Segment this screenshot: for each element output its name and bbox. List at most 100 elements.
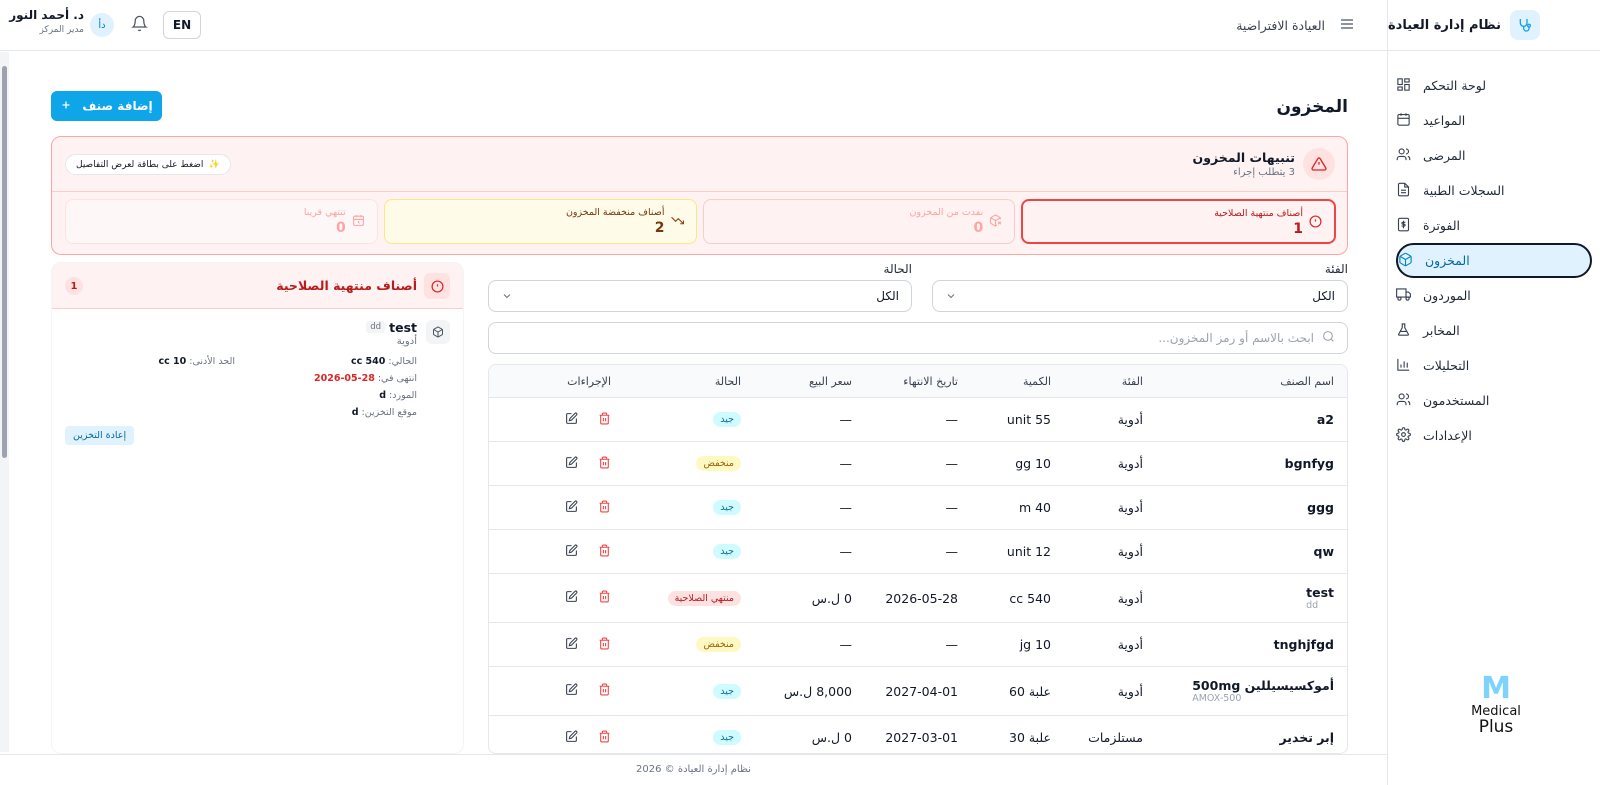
sidebar-item-label: الموردون [1423,288,1471,303]
table-header: اسم الصنف الفئة الكمية تاريخ الانتهاء سع… [489,365,1347,398]
sidebar-item-billing[interactable]: الفوترة [1396,208,1592,243]
status-filter-label: الحالة [883,262,912,276]
expired-items-panel: أصناف منتهية الصلاحية 1 test dd أدوية ال… [51,262,464,754]
page-title: المخزون [1276,97,1348,117]
table-row[interactable]: أموكسيسيللين 500mg AMOX-500 أدوية 60 علبة 20… [489,667,1347,716]
trash-icon[interactable] [598,683,611,699]
edit-icon[interactable] [565,683,578,699]
restock-button[interactable]: إعادة التخزين [65,426,135,445]
cell-category: أدوية [1117,412,1143,427]
users-icon [1396,147,1411,165]
trash-icon[interactable] [598,637,611,653]
table-row[interactable]: test dd أدوية cc 540 2026-05-28 0 ل.س منتهي ال… [489,574,1347,623]
scrollbar-thumb[interactable] [2,66,7,458]
category-filter-select[interactable]: الكل [932,280,1348,312]
cell-category: أدوية [1117,637,1143,652]
trash-icon[interactable] [598,500,611,516]
panel-item-code: dd [366,321,385,333]
alert-card-label: أصناف منخفضة المخزون [565,207,665,218]
cell-quantity: gg 10 [1015,456,1051,471]
cell-price: 0 ل.س [811,730,852,745]
edit-icon[interactable] [565,456,578,472]
sparkle-icon: ✨ [208,159,220,170]
sidebar-item-labs[interactable]: المخابر [1396,313,1592,348]
edit-icon[interactable] [565,637,578,653]
edit-icon[interactable] [565,544,578,560]
status-filter-select[interactable]: الكل [488,280,912,312]
cell-expiry: — [945,544,959,559]
alert-circle-icon [1309,215,1322,231]
alert-card-expiring-soon[interactable]: تنتهي قريبا 0 [65,199,378,244]
menu-icon[interactable] [1339,16,1355,35]
trash-icon[interactable] [598,544,611,560]
table-row[interactable]: bgnfyg أدوية gg 10 — — منخفض [489,442,1347,486]
search-input[interactable]: ابحث بالاسم أو رمز المخزون... [488,322,1348,354]
edit-icon[interactable] [565,412,578,428]
alert-cards: أصناف منتهية الصلاحية 1 نفدت من المخزون … [65,199,1336,244]
supplier-value: d [379,390,387,401]
sidebar-item-dashboard[interactable]: لوحة التحكم [1396,68,1592,103]
trash-icon[interactable] [598,590,611,606]
file-icon [1396,182,1411,200]
cell-name: أموكسيسيللين 500mg AMOX-500 [1192,667,1334,715]
language-toggle[interactable]: EN [163,11,201,39]
item-name: إبر تخدير [1279,730,1335,745]
sidebar-item-appointments[interactable]: المواعيد [1396,103,1592,138]
clinic-name: العيادة الافتراضية [1236,18,1325,33]
trash-icon[interactable] [598,730,611,746]
header-quantity: الكمية [1022,374,1051,388]
current-label: الحالي: [388,356,417,367]
cell-price: — [839,412,853,427]
cell-actions [565,442,611,485]
alerts-hint-text: اضغط على بطاقة لعرض التفاصيل [76,159,204,170]
medical-plus-logo: M Medical Plus [1462,673,1530,745]
expired-label: انتهى في: [377,373,417,384]
cell-expiry: 2027-04-01 [885,683,958,699]
cell-expiry: — [945,637,959,652]
edit-icon[interactable] [565,500,578,516]
item-name: qw [1313,544,1335,559]
table-row[interactable]: tnghjfgd أدوية jg 10 — — منخفض [489,623,1347,667]
sidebar-item-patients[interactable]: المرضى [1396,138,1592,173]
panel-expired: انتهى في: 28-05-2026 [314,373,417,384]
sidebar-item-label: التحليلات [1423,358,1470,373]
edit-icon[interactable] [565,590,578,606]
trash-icon[interactable] [598,456,611,472]
add-item-button[interactable]: إضافة صنف [51,91,162,121]
header-price: سعر البيع [809,374,852,388]
sidebar-item-settings[interactable]: الإعدادات [1396,418,1592,453]
chevron-down-icon [945,290,957,305]
table-row[interactable]: إبر تخدير مستلزمات 30 علبة 2027-03-01 0 ل.س ج… [489,716,1347,753]
users-icon [1396,392,1411,410]
panel-location: موقع التخزين: d [352,407,417,418]
alert-card-low-stock[interactable]: أصناف منخفضة المخزون 2 [383,199,697,244]
edit-icon[interactable] [565,730,578,746]
clinic-switcher[interactable]: العيادة الافتراضية [1236,16,1355,35]
sidebar-item-label: السجلات الطبية [1423,183,1505,198]
table-row[interactable]: qw أدوية unit 12 — — جيد [489,530,1347,574]
trash-icon[interactable] [598,412,611,428]
sidebar-item-medical-records[interactable]: السجلات الطبية [1396,173,1592,208]
sidebar-item-analytics[interactable]: التحليلات [1396,348,1592,383]
sidebar-item-users[interactable]: المستخدمون [1396,383,1592,418]
cell-name: test dd [1306,574,1334,622]
cell-status: منخفض [696,623,741,666]
alert-card-expired[interactable]: أصناف منتهية الصلاحية 1 [1021,199,1336,244]
item-name: bgnfyg [1284,456,1334,471]
sidebar-item-suppliers[interactable]: الموردون [1396,278,1592,313]
category-filter-label: الفئة [1324,262,1348,276]
cell-name: qw [1314,530,1335,573]
scrollbar[interactable] [0,52,9,752]
table-row[interactable]: ggg أدوية m 40 — — جيد [489,486,1347,530]
package-icon [1398,252,1413,270]
cell-price: — [839,637,853,652]
bell-icon[interactable] [131,15,148,35]
sidebar-item-inventory[interactable]: المخزون [1396,243,1592,278]
avatar[interactable]: دأ [90,13,114,37]
sidebar-item-label: المخزون [1425,253,1470,268]
stock-alerts: تنبيهات المخزون 3 يتطلب إجراء ✨ اضغط على… [51,136,1348,255]
cell-status: جيد [713,398,741,441]
alert-card-out-of-stock[interactable]: نفدت من المخزون 0 [702,199,1016,244]
logo-mark: M [1481,671,1511,706]
table-row[interactable]: a2 أدوية unit 55 — — جيد [489,398,1347,442]
